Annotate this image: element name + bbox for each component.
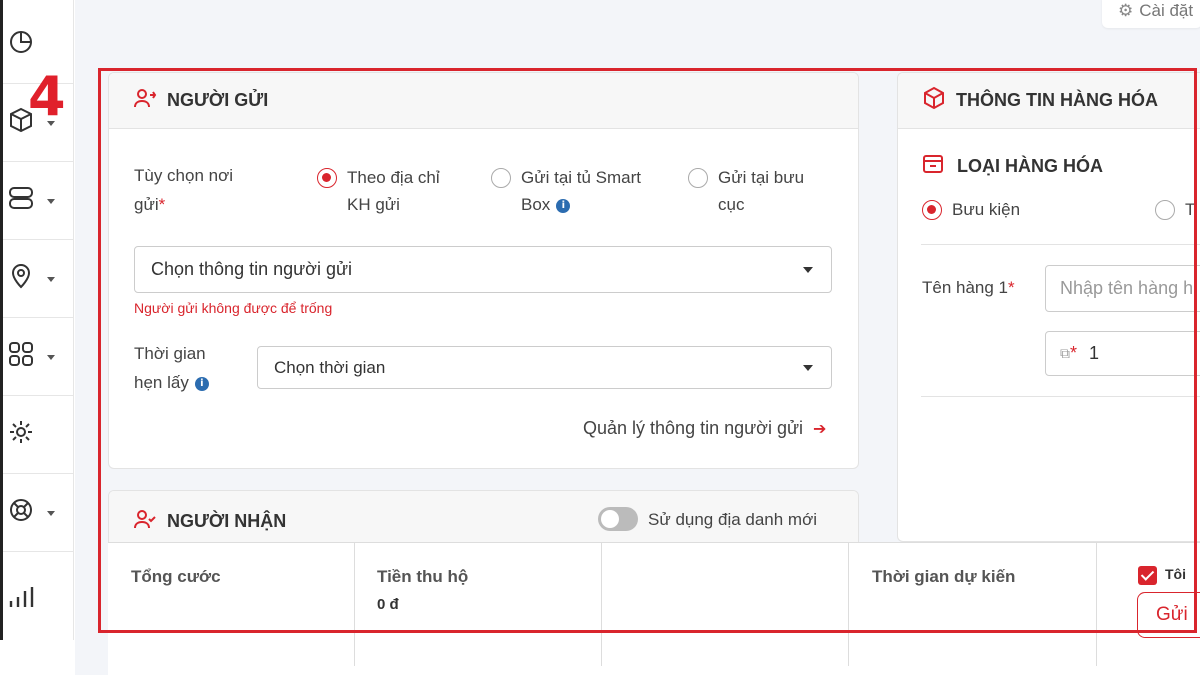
pickup-time-value: Chọn thời gian	[274, 357, 386, 377]
lifebuoy-icon	[7, 496, 35, 529]
sender-select-value: Chọn thông tin người gửi	[151, 259, 353, 279]
arrow-right-icon: ➔	[813, 420, 827, 438]
chevron-down-icon	[803, 266, 813, 273]
chevron-down-icon	[47, 277, 55, 282]
agree-label: Tôi	[1165, 566, 1186, 582]
eta-cell	[849, 543, 1097, 666]
eta-label: Thời gian dự kiến	[872, 567, 1016, 586]
server-icon	[7, 184, 35, 217]
chevron-down-icon	[803, 364, 813, 371]
goods-type-heading: LOẠI HÀNG HÓA	[921, 152, 1103, 181]
order-summary-bar	[108, 542, 1200, 675]
user-send-icon	[133, 86, 157, 115]
sender-card-header: NGƯỜI GỬI	[109, 73, 858, 129]
pickup-time-select[interactable]: Chọn thời gian	[257, 346, 832, 389]
total-fee-label: Tổng cước	[131, 567, 221, 586]
sidebar-item-locations[interactable]	[3, 240, 74, 318]
divider	[921, 244, 1200, 245]
sender-select[interactable]: Chọn thông tin người gửi	[134, 246, 832, 293]
info-icon[interactable]: i	[556, 198, 571, 213]
send-button-label: Gửi	[1156, 604, 1188, 625]
step-number: 4	[28, 65, 66, 128]
item-name-placeholder: Nhập tên hàng h	[1060, 278, 1194, 298]
sender-title: NGƯỜI GỬI	[167, 90, 269, 110]
info-icon[interactable]: i	[194, 376, 209, 391]
new-place-name-toggle[interactable]	[598, 507, 638, 531]
package-icon	[922, 86, 946, 115]
radio-parcel[interactable]: Bưu kiện	[922, 196, 1020, 223]
cod-value: 0 đ	[377, 596, 399, 613]
store-icon	[921, 152, 945, 181]
radio-smart-box[interactable]: Gửi tại tủ Smart Box i	[491, 164, 641, 218]
item-name-label: Tên hàng 1*	[922, 278, 1015, 297]
total-fee-cell	[108, 543, 355, 666]
radio-goods-type-2[interactable]: T	[1155, 196, 1195, 223]
sidebar-item-settings[interactable]	[3, 396, 74, 474]
location-pin-icon	[7, 262, 35, 295]
settings-button[interactable]: ⚙ Cài đặt	[1102, 0, 1200, 28]
divider	[921, 396, 1200, 397]
settings-label: Cài đặt	[1139, 1, 1194, 20]
sidebar-item-reports[interactable]	[3, 560, 74, 638]
manage-sender-link[interactable]: Quản lý thông tin người gửi ➔	[583, 418, 826, 439]
boxes-icon: ⧉	[1060, 345, 1070, 361]
send-button[interactable]: Gửi	[1137, 592, 1200, 638]
empty-cell	[602, 543, 849, 666]
sidebar-item-support[interactable]	[3, 474, 74, 552]
radio-dot[interactable]	[922, 200, 942, 220]
sidebar-item-storage[interactable]	[3, 162, 74, 240]
radio-dot[interactable]	[491, 168, 511, 188]
chevron-down-icon	[47, 511, 55, 516]
sender-error: Người gửi không được để trống	[134, 300, 333, 316]
bar-chart-icon	[7, 583, 35, 616]
quantity-input[interactable]: ⧉ * 1	[1045, 331, 1200, 376]
radio-post-office[interactable]: Gửi tại bưu cục	[688, 164, 804, 218]
item-name-input[interactable]: Nhập tên hàng h	[1045, 265, 1200, 312]
gear-icon: ⚙	[1118, 1, 1134, 20]
receiver-title: NGƯỜI NHẬN	[167, 510, 287, 531]
radio-customer-address[interactable]: Theo địa chỉ KH gửi	[317, 164, 440, 218]
radio-dot[interactable]	[1155, 200, 1175, 220]
goods-title: THÔNG TIN HÀNG HÓA	[956, 90, 1158, 110]
pickup-time-label: Thời gian hẹn lấy i	[134, 339, 209, 397]
radio-dot[interactable]	[688, 168, 708, 188]
new-place-name-label: Sử dụng địa danh mới	[648, 510, 818, 529]
manage-sender-link-text: Quản lý thông tin người gửi	[583, 418, 804, 438]
sidebar-item-apps[interactable]	[3, 318, 74, 396]
user-check-icon	[133, 507, 157, 536]
radio-dot[interactable]	[317, 168, 337, 188]
chevron-down-icon	[47, 355, 55, 360]
quantity-value: 1	[1089, 343, 1100, 363]
pickup-option-label: Tùy chọn nơi gửi*	[134, 166, 234, 214]
grid-icon	[7, 340, 35, 373]
cod-label: Tiền thu hộ	[377, 567, 469, 586]
chevron-down-icon	[47, 199, 55, 204]
pie-chart-icon	[7, 28, 35, 61]
gear-icon	[7, 418, 35, 451]
agree-checkbox[interactable]	[1138, 566, 1157, 585]
goods-card-header: THÔNG TIN HÀNG HÓA	[898, 73, 1200, 129]
